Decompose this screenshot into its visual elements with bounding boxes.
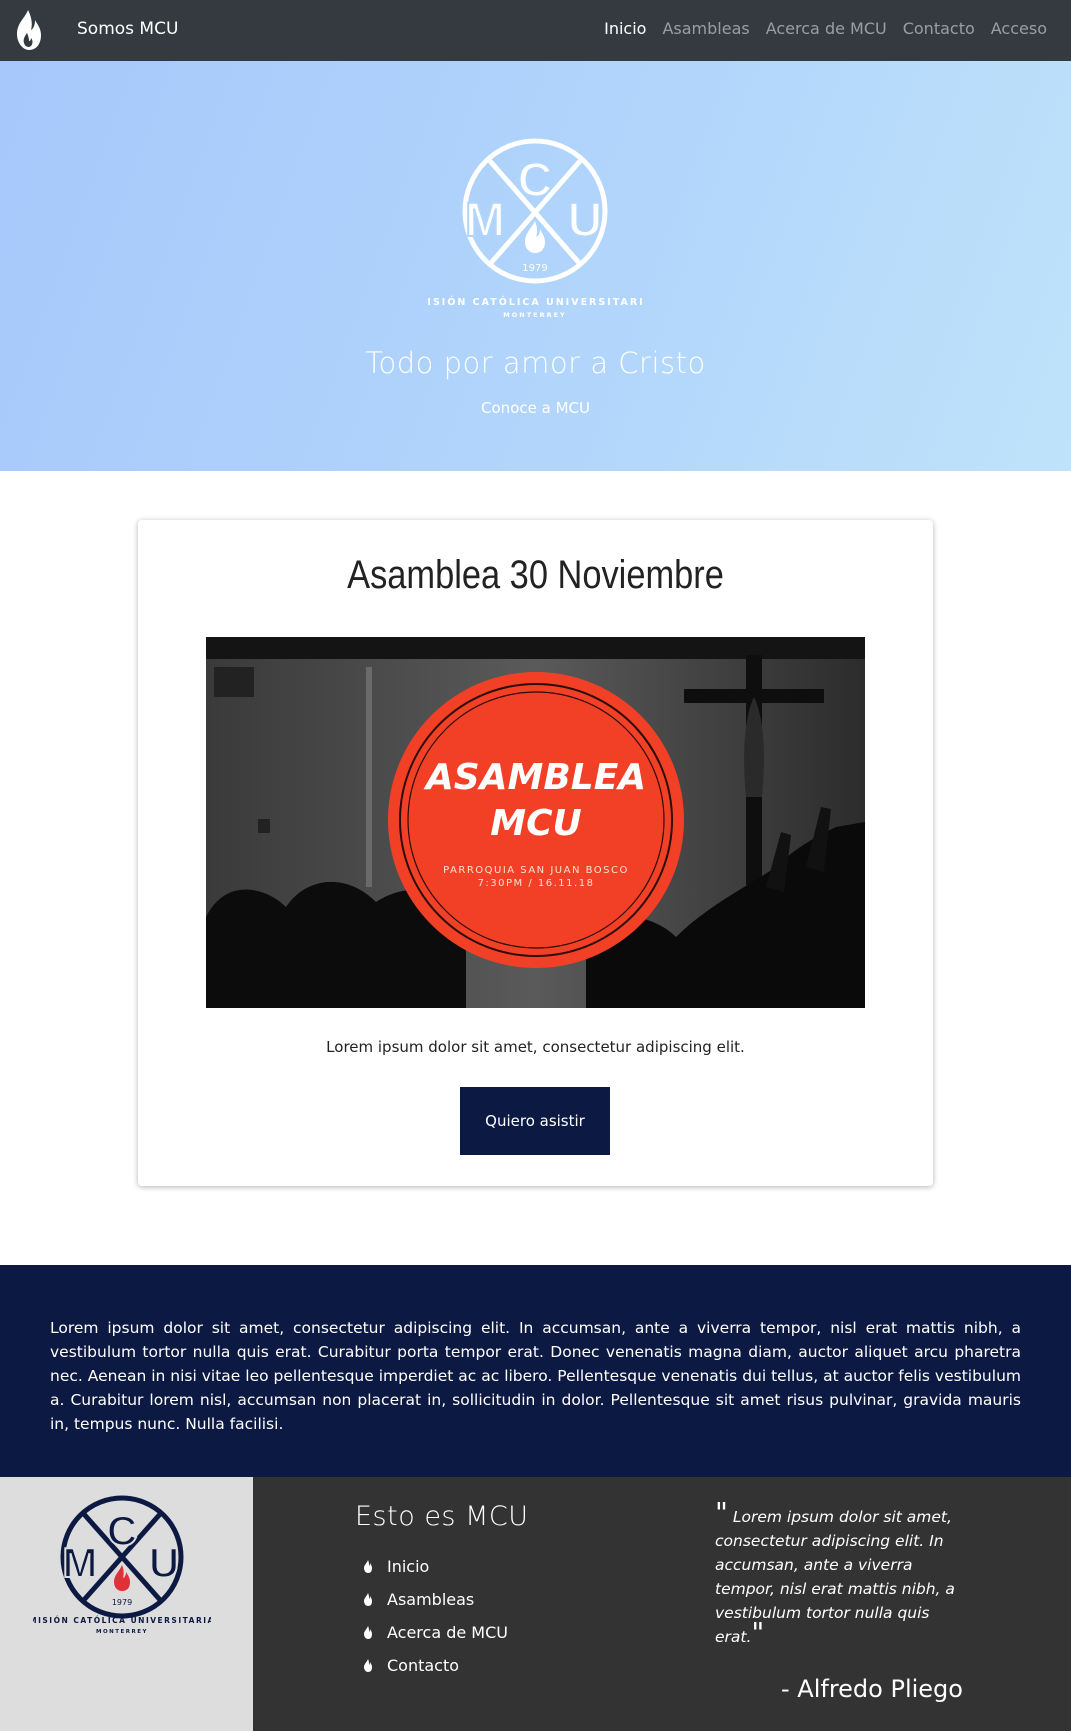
footer-link-inicio[interactable]: Inicio xyxy=(363,1550,508,1583)
footer-heading: Esto es MCU xyxy=(355,1501,529,1532)
logo-year: 1979 xyxy=(522,263,547,274)
footer-content: Esto es MCU Inicio Asambleas Acerca de M… xyxy=(253,1477,1071,1731)
footer-logo-letter-m: M xyxy=(63,1539,98,1586)
event-description: Lorem ipsum dolor sit amet, consectetur … xyxy=(326,1038,745,1056)
logo-letter-m: M xyxy=(465,194,505,247)
footer-link-label: Inicio xyxy=(387,1557,430,1576)
nav-link-contacto[interactable]: Contacto xyxy=(903,19,975,38)
footer-link-label: Acerca de MCU xyxy=(387,1623,508,1642)
flame-icon xyxy=(364,1560,372,1573)
badge-location: PARROQUIA SAN JUAN BOSCO xyxy=(443,865,629,876)
footer-link-label: Contacto xyxy=(387,1656,460,1675)
flame-icon xyxy=(364,1659,372,1672)
footer-logo-panel: C M U 1979 MISIÓN CATÓLICA UNIVERSITARIA… xyxy=(0,1477,253,1731)
badge-datetime: 7:30PM / 16.11.18 xyxy=(478,878,595,889)
logo-city: MONTERREY xyxy=(503,311,566,319)
flame-logo-icon[interactable] xyxy=(12,9,44,51)
close-quote-mark: " xyxy=(751,1616,765,1649)
footer-link-acerca[interactable]: Acerca de MCU xyxy=(363,1616,508,1649)
event-poster-image: ASAMBLEA MCU PARROQUIA SAN JUAN BOSCO 7:… xyxy=(206,637,865,1008)
footer-link-contacto[interactable]: Contacto xyxy=(363,1649,508,1682)
attend-button[interactable]: Quiero asistir xyxy=(460,1087,610,1155)
footer-logo-year: 1979 xyxy=(112,1598,132,1607)
nav-link-acerca[interactable]: Acerca de MCU xyxy=(766,19,887,38)
footer-logo-org: MISIÓN CATÓLICA UNIVERSITARIA xyxy=(33,1616,211,1625)
logo-letter-u: U xyxy=(568,194,603,247)
footer-logo-city: MONTERREY xyxy=(96,1629,148,1635)
footer-link-asambleas[interactable]: Asambleas xyxy=(363,1583,508,1616)
footer-logo-letter-c: C xyxy=(107,1507,137,1554)
nav-link-acceso[interactable]: Acceso xyxy=(991,19,1047,38)
brand-name[interactable]: Somos MCU xyxy=(77,19,178,39)
nav-menu: Inicio Asambleas Acerca de MCU Contacto … xyxy=(604,19,1047,38)
badge-title-line1: ASAMBLEA xyxy=(423,757,646,798)
event-card: Asamblea 30 Noviembre ASAMBLEA MCU PARRO… xyxy=(138,520,933,1186)
mcu-footer-logo-icon: C M U 1979 MISIÓN CATÓLICA UNIVERSITARIA… xyxy=(33,1495,211,1635)
about-text: Lorem ipsum dolor sit amet, consectetur … xyxy=(50,1319,1021,1433)
footer-links: Inicio Asambleas Acerca de MCU Contacto xyxy=(363,1550,508,1682)
nav-link-inicio[interactable]: Inicio xyxy=(604,19,646,38)
about-section: Lorem ipsum dolor sit amet, consectetur … xyxy=(0,1265,1071,1477)
hero-section: C M U 1979 MISIÓN CATÓLICA UNIVERSITARIA… xyxy=(0,61,1071,471)
event-title: Asamblea 30 Noviembre xyxy=(347,553,724,597)
quote-author: - Alfredo Pliego xyxy=(781,1675,963,1703)
footer-logo-letter-u: U xyxy=(149,1539,179,1586)
badge-title-line2: MCU xyxy=(490,803,581,844)
logo-org-name: MISIÓN CATÓLICA UNIVERSITARIA xyxy=(425,296,645,308)
flame-icon xyxy=(364,1593,372,1606)
hero-tagline: Todo por amor a Cristo xyxy=(365,346,706,380)
conoce-link[interactable]: Conoce a MCU xyxy=(0,399,1071,417)
open-quote-mark: " xyxy=(715,1496,728,1529)
nav-link-asambleas[interactable]: Asambleas xyxy=(662,19,749,38)
navbar: Somos MCU Inicio Asambleas Acerca de MCU… xyxy=(0,0,1071,61)
flame-icon xyxy=(364,1626,372,1639)
footer-link-label: Asambleas xyxy=(387,1590,475,1609)
logo-letter-c: C xyxy=(518,154,553,207)
assembly-photo: ASAMBLEA MCU PARROQUIA SAN JUAN BOSCO 7:… xyxy=(206,637,865,1008)
footer-quote: " Lorem ipsum dolor sit amet, consectetu… xyxy=(715,1499,965,1649)
